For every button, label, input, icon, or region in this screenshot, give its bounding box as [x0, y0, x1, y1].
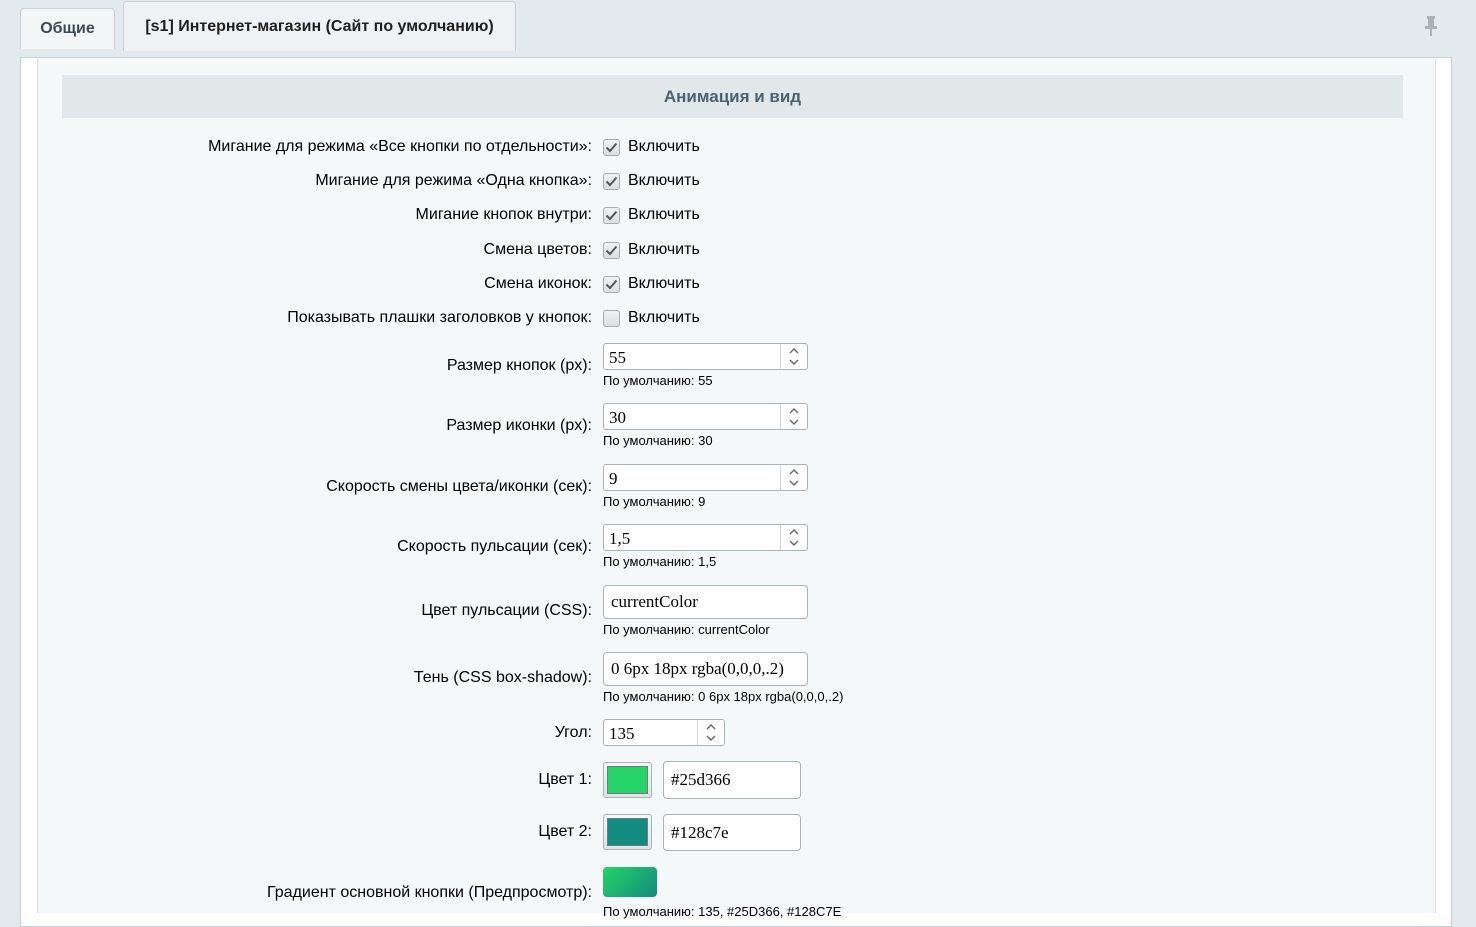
gradient-preview [603, 867, 657, 897]
spin-arrows-icon[interactable] [697, 720, 724, 745]
angle-input[interactable]: 135 [603, 719, 725, 746]
checkbox-text: Включить [628, 275, 700, 292]
color2-picker-button[interactable] [603, 814, 652, 850]
blink-all-checkbox[interactable]: Включить [603, 138, 700, 156]
pulse-speed-input[interactable]: 1,5 [603, 524, 808, 551]
checkbox-text: Включить [628, 241, 700, 258]
color1-label: Цвет 1: [538, 771, 592, 788]
button-size-input[interactable]: 55 [603, 343, 808, 370]
blink-inside-label: Мигание кнопок внутри: [415, 206, 592, 223]
shadow-hint: По умолчанию: 0 6px 18px rgba(0,0,0,.2) [603, 689, 844, 704]
show-titles-checkbox[interactable]: Включить [603, 309, 700, 327]
gradient-label: Градиент основной кнопки (Предпросмотр): [267, 884, 592, 901]
color1-picker-button[interactable] [603, 762, 652, 798]
tab-site[interactable]: [s1] Интернет-магазин (Сайт по умолчанию… [123, 1, 516, 51]
tab-bar: Общие [s1] Интернет-магазин (Сайт по умо… [0, 0, 1476, 58]
checkbox-text: Включить [628, 172, 700, 189]
shadow-input[interactable]: 0 6px 18px rgba(0,0,0,.2) [603, 652, 808, 686]
button-size-hint: По умолчанию: 55 [603, 373, 713, 388]
color-change-label: Смена цветов: [483, 241, 592, 258]
checkmark-icon [603, 241, 620, 259]
checkbox-text: Включить [628, 138, 700, 155]
icon-change-label: Смена иконок: [484, 275, 592, 292]
color2-swatch [607, 818, 648, 846]
pulse-color-label: Цвет пульсации (CSS): [421, 602, 592, 619]
pin-icon[interactable] [1422, 15, 1440, 37]
blink-all-label: Мигание для режима «Все кнопки по отдель… [208, 138, 592, 155]
checkmark-icon [603, 275, 620, 293]
color1-input[interactable]: #25d366 [663, 761, 801, 799]
icon-size-hint: По умолчанию: 30 [603, 433, 713, 448]
color2-input[interactable]: #128c7e [663, 814, 801, 851]
pulse-color-input[interactable]: currentColor [603, 585, 808, 619]
pulse-speed-hint: По умолчанию: 1,5 [603, 554, 717, 569]
blink-inside-checkbox[interactable]: Включить [603, 206, 700, 224]
change-speed-hint: По умолчанию: 9 [603, 494, 706, 509]
pulse-speed-value: 1,5 [609, 529, 631, 548]
spin-arrows-icon[interactable] [780, 404, 807, 429]
checkmark-icon [603, 172, 620, 190]
spin-arrows-icon[interactable] [780, 465, 807, 490]
section-title: Анимация и вид [62, 75, 1403, 118]
button-size-value: 55 [609, 348, 626, 367]
pulse-speed-label: Скорость пульсации (сек): [397, 538, 592, 555]
checkbox-text: Включить [628, 309, 700, 326]
spin-arrows-icon[interactable] [780, 525, 807, 550]
color-change-checkbox[interactable]: Включить [603, 241, 700, 259]
spin-arrows-icon[interactable] [780, 344, 807, 369]
checkmark-icon [603, 138, 620, 156]
tab-general[interactable]: Общие [20, 8, 115, 49]
checkbox-empty [603, 309, 620, 327]
color1-swatch [607, 766, 648, 794]
gradient-hint: По умолчанию: 135, #25D366, #128C7E [603, 904, 842, 919]
icon-size-value: 30 [609, 408, 626, 427]
shadow-label: Тень (CSS box-shadow): [413, 669, 592, 686]
button-size-label: Размер кнопок (px): [446, 357, 592, 374]
blink-one-label: Мигание для режима «Одна кнопка»: [315, 172, 592, 189]
angle-value: 135 [609, 724, 635, 743]
color2-label: Цвет 2: [538, 823, 592, 840]
angle-label: Угол: [554, 724, 592, 741]
blink-one-checkbox[interactable]: Включить [603, 172, 700, 190]
icon-change-checkbox[interactable]: Включить [603, 275, 700, 293]
change-speed-value: 9 [609, 469, 618, 488]
pulse-color-hint: По умолчанию: currentColor [603, 622, 770, 637]
icon-size-input[interactable]: 30 [603, 403, 808, 430]
change-speed-label: Скорость смены цвета/иконки (сек): [326, 478, 592, 495]
checkbox-text: Включить [628, 206, 700, 223]
change-speed-input[interactable]: 9 [603, 464, 808, 491]
show-titles-label: Показывать плашки заголовков у кнопок: [287, 309, 592, 326]
checkmark-icon [603, 206, 620, 224]
icon-size-label: Размер иконки (px): [446, 417, 592, 434]
